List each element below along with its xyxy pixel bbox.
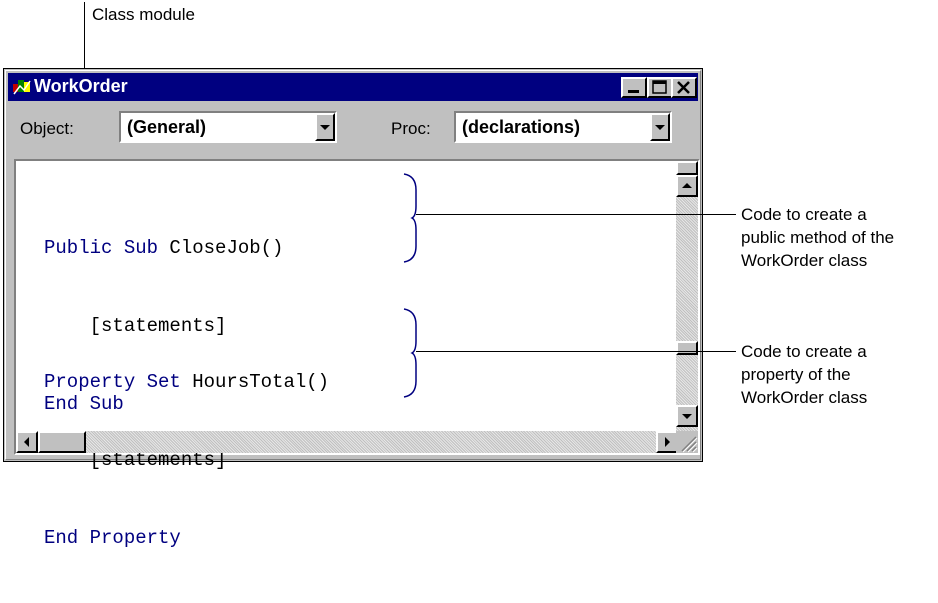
proc-dropdown-button[interactable]: [650, 113, 670, 141]
window-title: WorkOrder: [34, 76, 128, 96]
code-editor[interactable]: Public Sub CloseJob() [statements] End S…: [14, 159, 700, 549]
minimize-button[interactable]: [621, 77, 647, 98]
arrow-right-icon: [665, 437, 670, 447]
method-note-line-3: WorkOrder class: [741, 251, 868, 270]
vertical-scrollbar[interactable]: [676, 161, 698, 431]
vb-class-module-icon: [13, 80, 31, 95]
property-note-line-1: Code to create a: [741, 342, 867, 361]
method-keyword: Public Sub: [44, 237, 159, 259]
object-dropdown-value: (General): [127, 117, 207, 137]
property-keyword: Property Set: [44, 371, 181, 393]
resize-grip-icon: [681, 436, 698, 453]
property-block: Property Set HoursTotal() [statements] E…: [44, 317, 329, 603]
vertical-scroll-thumb[interactable]: [676, 161, 698, 175]
object-dropdown-button[interactable]: [315, 113, 335, 141]
method-note-line-2: public method of the: [741, 228, 895, 247]
arrow-left-icon: [24, 437, 29, 447]
class-module-caption: Class module: [92, 5, 195, 24]
arrow-up-icon: [682, 183, 692, 188]
horizontal-scroll-thumb[interactable]: [38, 431, 86, 453]
title-bar[interactable]: WorkOrder: [8, 73, 698, 101]
scroll-up-button[interactable]: [676, 175, 698, 197]
proc-dropdown-value: (declarations): [462, 117, 581, 137]
property-leader: [416, 351, 736, 352]
vertical-lower-thumb[interactable]: [676, 341, 698, 355]
property-note: Code to create a property of the WorkOrd…: [741, 340, 867, 409]
class-module-leader: [84, 2, 85, 72]
property-note-line-3: WorkOrder class: [741, 388, 868, 407]
method-leader: [416, 214, 736, 215]
property-brace: [403, 308, 417, 398]
scroll-down-button[interactable]: [676, 405, 698, 427]
arrow-down-icon: [682, 414, 692, 419]
scroll-left-button[interactable]: [16, 431, 38, 453]
object-label: Object:: [20, 119, 74, 138]
chevron-down-icon: [655, 125, 665, 130]
scroll-right-button[interactable]: [656, 431, 678, 453]
resize-grip[interactable]: [676, 431, 698, 453]
code-window: WorkOrder Object: (General) Proc: (decla…: [3, 68, 703, 549]
close-icon: [677, 81, 690, 94]
maximize-icon: [652, 80, 667, 94]
method-note-line-1: Code to create a: [741, 205, 867, 224]
property-note-line-2: property of the: [741, 365, 851, 384]
maximize-button[interactable]: [647, 77, 673, 98]
method-brace: [403, 173, 417, 263]
object-dropdown[interactable]: (General): [119, 111, 337, 143]
proc-dropdown[interactable]: (declarations): [454, 111, 672, 143]
method-signature: CloseJob(): [158, 237, 284, 259]
proc-label: Proc:: [391, 119, 431, 138]
property-signature: HoursTotal(): [180, 371, 330, 393]
horizontal-scrollbar[interactable]: [16, 431, 678, 453]
chevron-down-icon: [320, 125, 330, 130]
property-end: End Property: [44, 527, 181, 549]
minimize-icon: [628, 90, 639, 93]
method-note: Code to create a public method of the Wo…: [741, 203, 894, 272]
close-button[interactable]: [671, 77, 697, 98]
